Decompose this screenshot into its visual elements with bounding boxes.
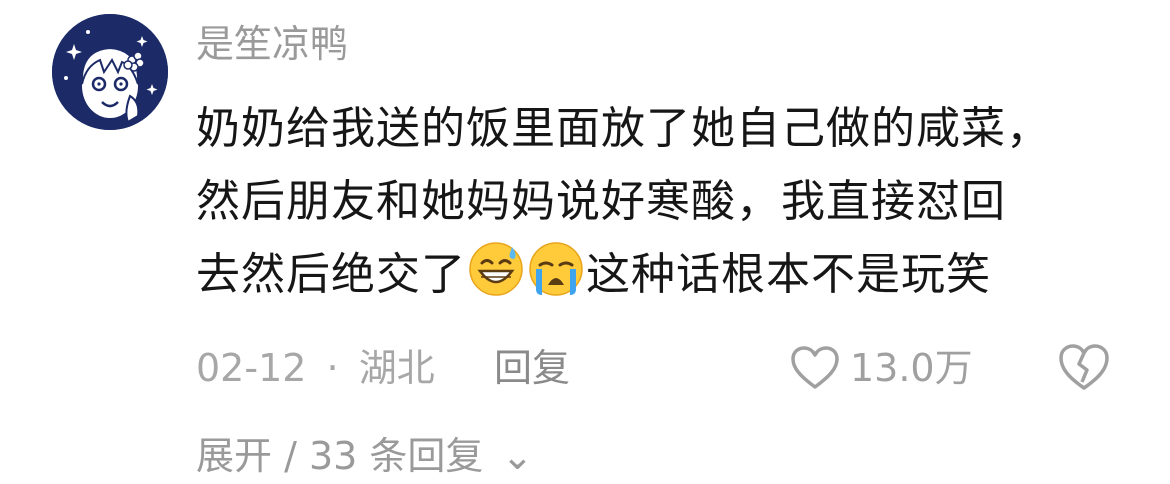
dislike-button[interactable] (1057, 342, 1111, 394)
expand-replies-button[interactable]: 展开 / 33 条回复 ⌄ (196, 428, 533, 484)
comment-text-line-3: 去然后绝交了 这种话根本不是玩笑 (196, 238, 1126, 311)
heart-outline-icon (791, 346, 839, 389)
reply-button[interactable]: 回复 (494, 340, 570, 396)
anime-avatar-icon (52, 14, 168, 130)
username[interactable]: 是笙凉鸭 (196, 18, 348, 70)
comment-meta: 02-12 · 湖北 回复 (196, 340, 570, 396)
comment-date: 02-12 (196, 346, 307, 390)
comment-text: 奶奶给我送的饭里面放了她自己做的咸菜， 然后朋友和她妈妈说好寒酸，我直接怼回 去… (196, 92, 1126, 311)
comment-text-line-3-start: 去然后绝交了 (196, 249, 466, 300)
meta-separator: · (326, 346, 339, 390)
loudly-crying-emoji (528, 241, 584, 297)
like-button[interactable]: 13.0万 (790, 340, 973, 396)
grinning-sweat-emoji (468, 241, 524, 297)
comment-text-line-2: 然后朋友和她妈妈说好寒酸，我直接怼回 (196, 176, 1006, 227)
broken-heart-icon (1059, 344, 1109, 390)
chevron-down-icon: ⌄ (501, 434, 534, 478)
comment-location: 湖北 (358, 346, 435, 390)
comment-text-line-1: 奶奶给我送的饭里面放了她自己做的咸菜， (196, 103, 1051, 154)
avatar[interactable] (52, 14, 168, 130)
comment-text-line-3-end: 这种话根本不是玩笑 (586, 249, 991, 300)
expand-replies-label: 展开 / 33 条回复 (196, 434, 484, 478)
like-count: 13.0万 (850, 346, 973, 390)
